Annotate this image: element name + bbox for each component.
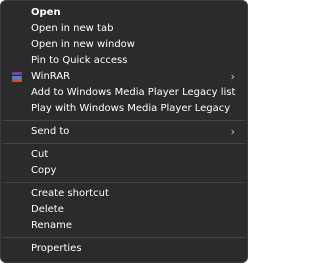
menu-item-create-shortcut[interactable]: Create shortcut — [1, 186, 247, 202]
menu-separator — [3, 143, 245, 144]
menu-item-open-in-new-tab[interactable]: Open in new tab — [1, 21, 247, 37]
menu-item-label: Create shortcut — [31, 188, 109, 199]
menu-item-label: Send to — [31, 126, 70, 137]
menu-item-winrar[interactable]: WinRAR › — [1, 69, 247, 85]
menu-item-label: Open in new tab — [31, 23, 114, 34]
menu-item-label: Play with Windows Media Player Legacy — [31, 103, 231, 114]
menu-separator — [3, 120, 245, 121]
menu-item-play-with-wmp[interactable]: Play with Windows Media Player Legacy — [1, 101, 247, 117]
menu-item-delete[interactable]: Delete — [1, 202, 247, 218]
menu-item-rename[interactable]: Rename — [1, 218, 247, 234]
menu-item-label: Pin to Quick access — [31, 55, 128, 66]
menu-item-send-to[interactable]: Send to › — [1, 124, 247, 140]
menu-item-label: Rename — [31, 220, 73, 231]
menu-item-pin-to-quick-access[interactable]: Pin to Quick access — [1, 53, 247, 69]
menu-item-label: WinRAR — [31, 71, 71, 82]
menu-item-label: Properties — [31, 243, 82, 254]
context-menu: Open Open in new tab Open in new window … — [0, 0, 248, 263]
chevron-right-icon: › — [230, 70, 235, 83]
menu-item-label: Add to Windows Media Player Legacy list — [31, 87, 236, 98]
menu-item-open[interactable]: Open — [1, 5, 247, 21]
menu-item-cut[interactable]: Cut — [1, 147, 247, 163]
menu-item-label: Open in new window — [31, 39, 135, 50]
menu-item-open-in-new-window[interactable]: Open in new window — [1, 37, 247, 53]
menu-separator — [3, 182, 245, 183]
chevron-right-icon: › — [230, 125, 235, 138]
menu-item-label: Delete — [31, 204, 64, 215]
winrar-icon — [12, 72, 22, 82]
menu-item-label: Cut — [31, 149, 49, 160]
menu-item-label: Copy — [31, 165, 57, 176]
menu-item-properties[interactable]: Properties — [1, 241, 247, 257]
menu-item-add-to-wmp-list[interactable]: Add to Windows Media Player Legacy list — [1, 85, 247, 101]
menu-item-label: Open — [31, 7, 61, 18]
menu-item-copy[interactable]: Copy — [1, 163, 247, 179]
menu-separator — [3, 237, 245, 238]
